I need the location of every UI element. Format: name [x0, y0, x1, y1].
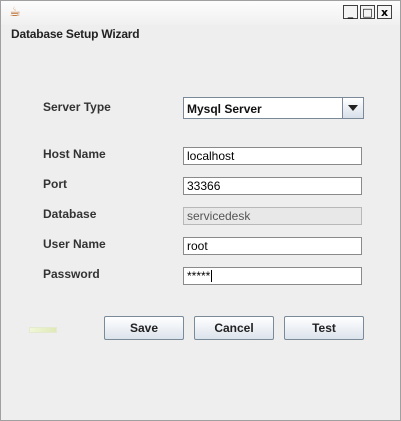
text-caret	[211, 270, 213, 282]
chevron-down-icon[interactable]	[342, 98, 363, 118]
server-type-dropdown[interactable]: Mysql Server	[183, 97, 364, 119]
setup-wizard-window: ☕ _ □ x Database Setup Wizard Server Typ…	[0, 0, 401, 421]
database-label: Database	[43, 207, 97, 221]
status-indicator	[29, 327, 57, 333]
test-button[interactable]: Test	[284, 316, 364, 340]
cancel-button[interactable]: Cancel	[194, 316, 274, 340]
host-name-field[interactable]: localhost	[183, 147, 362, 165]
password-field[interactable]: *****	[183, 267, 362, 285]
close-button[interactable]: x	[377, 5, 392, 19]
user-name-label: User Name	[43, 237, 106, 251]
password-value: *****	[187, 269, 211, 283]
java-cup-icon: ☕	[9, 5, 21, 20]
server-type-label: Server Type	[43, 100, 111, 114]
password-label: Password	[43, 267, 100, 281]
title-bar[interactable]: ☕ _ □ x	[1, 1, 400, 25]
server-type-value: Mysql Server	[187, 102, 262, 116]
wizard-heading: Database Setup Wizard	[11, 27, 140, 41]
port-field[interactable]: 33366	[183, 177, 362, 195]
port-label: Port	[43, 177, 67, 191]
minimize-button[interactable]: _	[343, 5, 358, 19]
host-name-label: Host Name	[43, 147, 106, 161]
database-field: servicedesk	[183, 207, 362, 225]
save-button[interactable]: Save	[104, 316, 184, 340]
maximize-button[interactable]: □	[360, 5, 375, 19]
user-name-field[interactable]: root	[183, 237, 362, 255]
